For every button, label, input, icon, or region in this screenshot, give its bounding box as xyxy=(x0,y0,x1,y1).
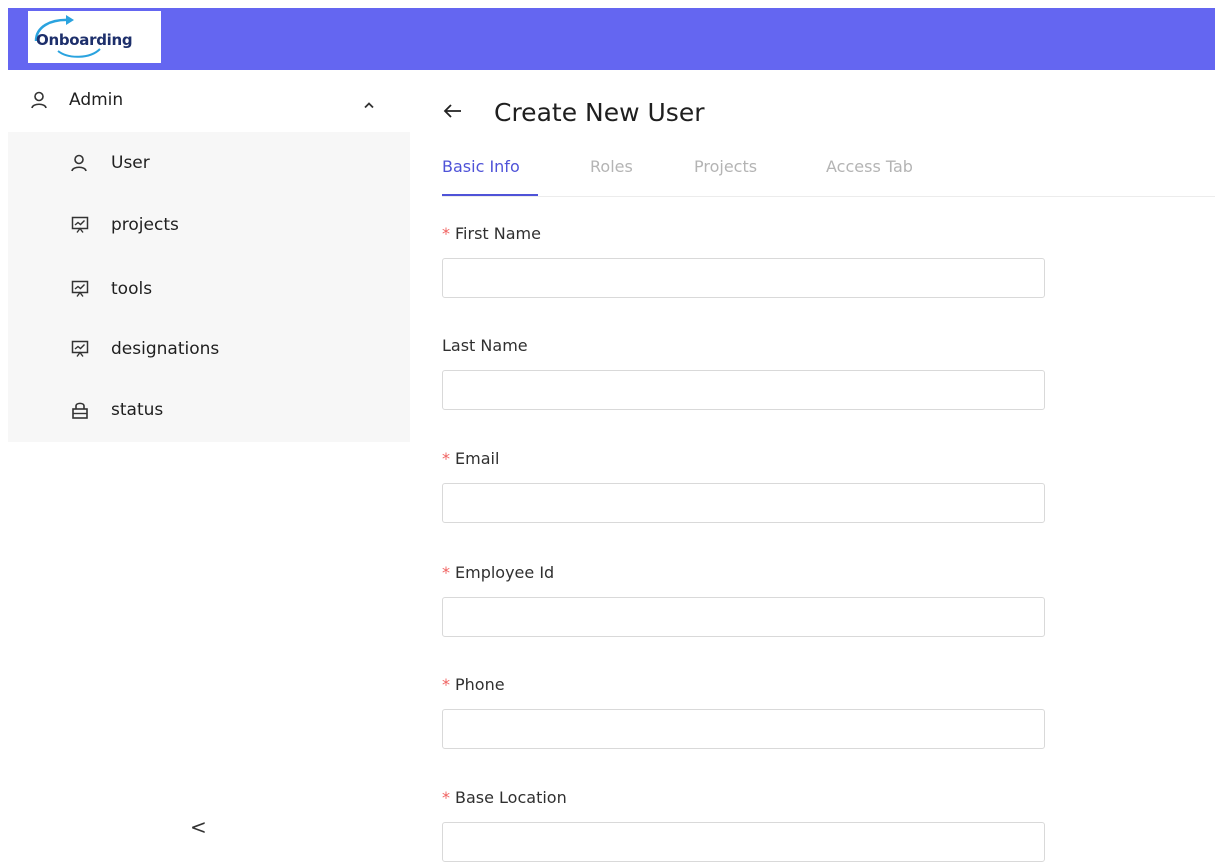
presentation-icon xyxy=(71,216,89,238)
tab-basic-info[interactable]: Basic Info xyxy=(442,157,520,176)
sidebar-item-label: tools xyxy=(111,279,153,299)
tab-bar: Basic Info Roles Projects Access Tab xyxy=(442,156,1215,197)
first-name-label: * First Name xyxy=(442,224,541,243)
user-icon xyxy=(71,154,87,176)
first-name-field[interactable] xyxy=(442,258,1045,298)
main-content: Create New User Basic Info Roles Project… xyxy=(410,70,1215,864)
last-name-field[interactable] xyxy=(442,370,1045,410)
required-mark: * xyxy=(442,788,450,807)
sidebar-item-tools[interactable]: tools xyxy=(8,262,410,318)
employee-id-field[interactable] xyxy=(442,597,1045,637)
sidebar-item-label: designations xyxy=(111,339,220,359)
required-mark: * xyxy=(442,224,450,243)
user-icon xyxy=(31,91,47,113)
back-arrow-icon[interactable] xyxy=(443,103,463,123)
required-mark: * xyxy=(442,675,450,694)
base-location-label: * Base Location xyxy=(442,788,567,807)
active-tab-indicator xyxy=(442,194,538,196)
top-bar xyxy=(8,8,1215,70)
sidebar-item-label: User xyxy=(111,153,150,173)
required-mark: * xyxy=(442,563,450,582)
sidebar-group-label: Admin xyxy=(69,90,124,110)
chevron-up-icon[interactable] xyxy=(363,94,375,113)
phone-label: * Phone xyxy=(442,675,505,694)
tab-access[interactable]: Access Tab xyxy=(826,157,913,176)
lock-icon xyxy=(71,401,89,423)
app-logo[interactable]: Onboarding xyxy=(28,11,161,63)
employee-id-label: * Employee Id xyxy=(442,563,555,582)
sidebar-item-projects[interactable]: projects xyxy=(8,198,410,254)
sidebar-group-admin[interactable]: Admin xyxy=(8,70,410,132)
tab-roles[interactable]: Roles xyxy=(590,157,633,176)
sidebar-item-label: projects xyxy=(111,215,179,235)
required-mark: * xyxy=(442,449,450,468)
phone-field[interactable] xyxy=(442,709,1045,749)
last-name-label: Last Name xyxy=(442,336,528,355)
email-label: * Email xyxy=(442,449,500,468)
sidebar-item-label: status xyxy=(111,400,164,420)
collapse-sidebar-button[interactable]: < xyxy=(190,815,207,839)
presentation-icon xyxy=(71,280,89,302)
email-field[interactable] xyxy=(442,483,1045,523)
sidebar-item-designations[interactable]: designations xyxy=(8,322,410,378)
sidebar: Admin User projects tools designations s… xyxy=(8,70,410,864)
sidebar-item-status[interactable]: status xyxy=(8,383,410,439)
logo-text: Onboarding xyxy=(36,31,133,49)
presentation-icon xyxy=(71,340,89,362)
tab-projects[interactable]: Projects xyxy=(694,157,757,176)
sidebar-item-user[interactable]: User xyxy=(8,136,410,192)
base-location-field[interactable] xyxy=(442,822,1045,862)
sidebar-submenu: User projects tools designations status xyxy=(8,132,410,442)
page-title: Create New User xyxy=(494,98,705,127)
